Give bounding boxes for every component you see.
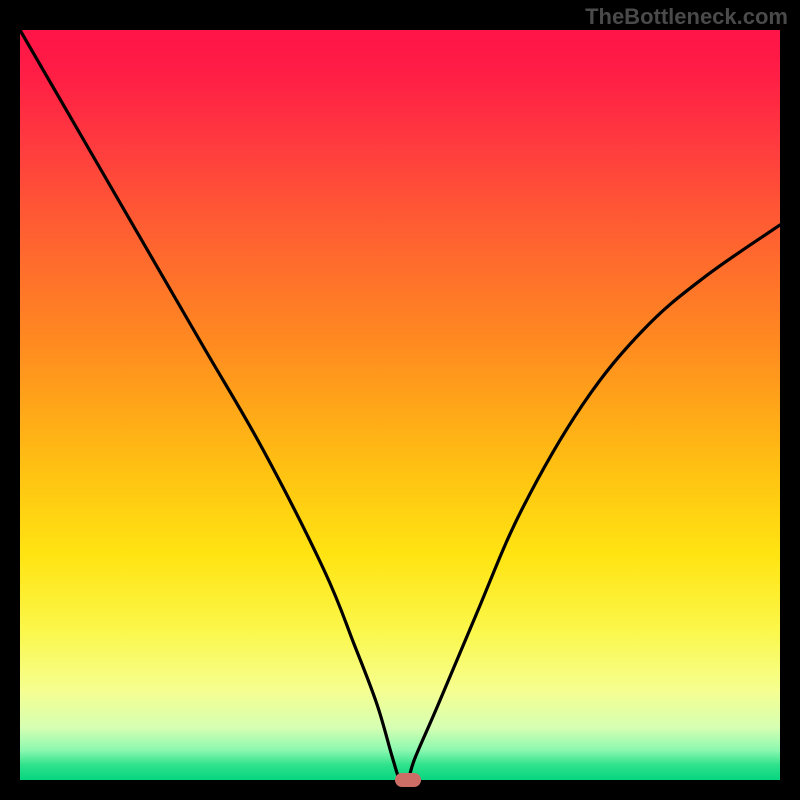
plot-area xyxy=(20,30,780,780)
chart-frame: TheBottleneck.com xyxy=(0,0,800,800)
curve-svg xyxy=(20,30,780,780)
bottleneck-curve xyxy=(20,30,780,780)
watermark-text: TheBottleneck.com xyxy=(585,4,788,30)
optimal-point-marker xyxy=(395,773,421,787)
